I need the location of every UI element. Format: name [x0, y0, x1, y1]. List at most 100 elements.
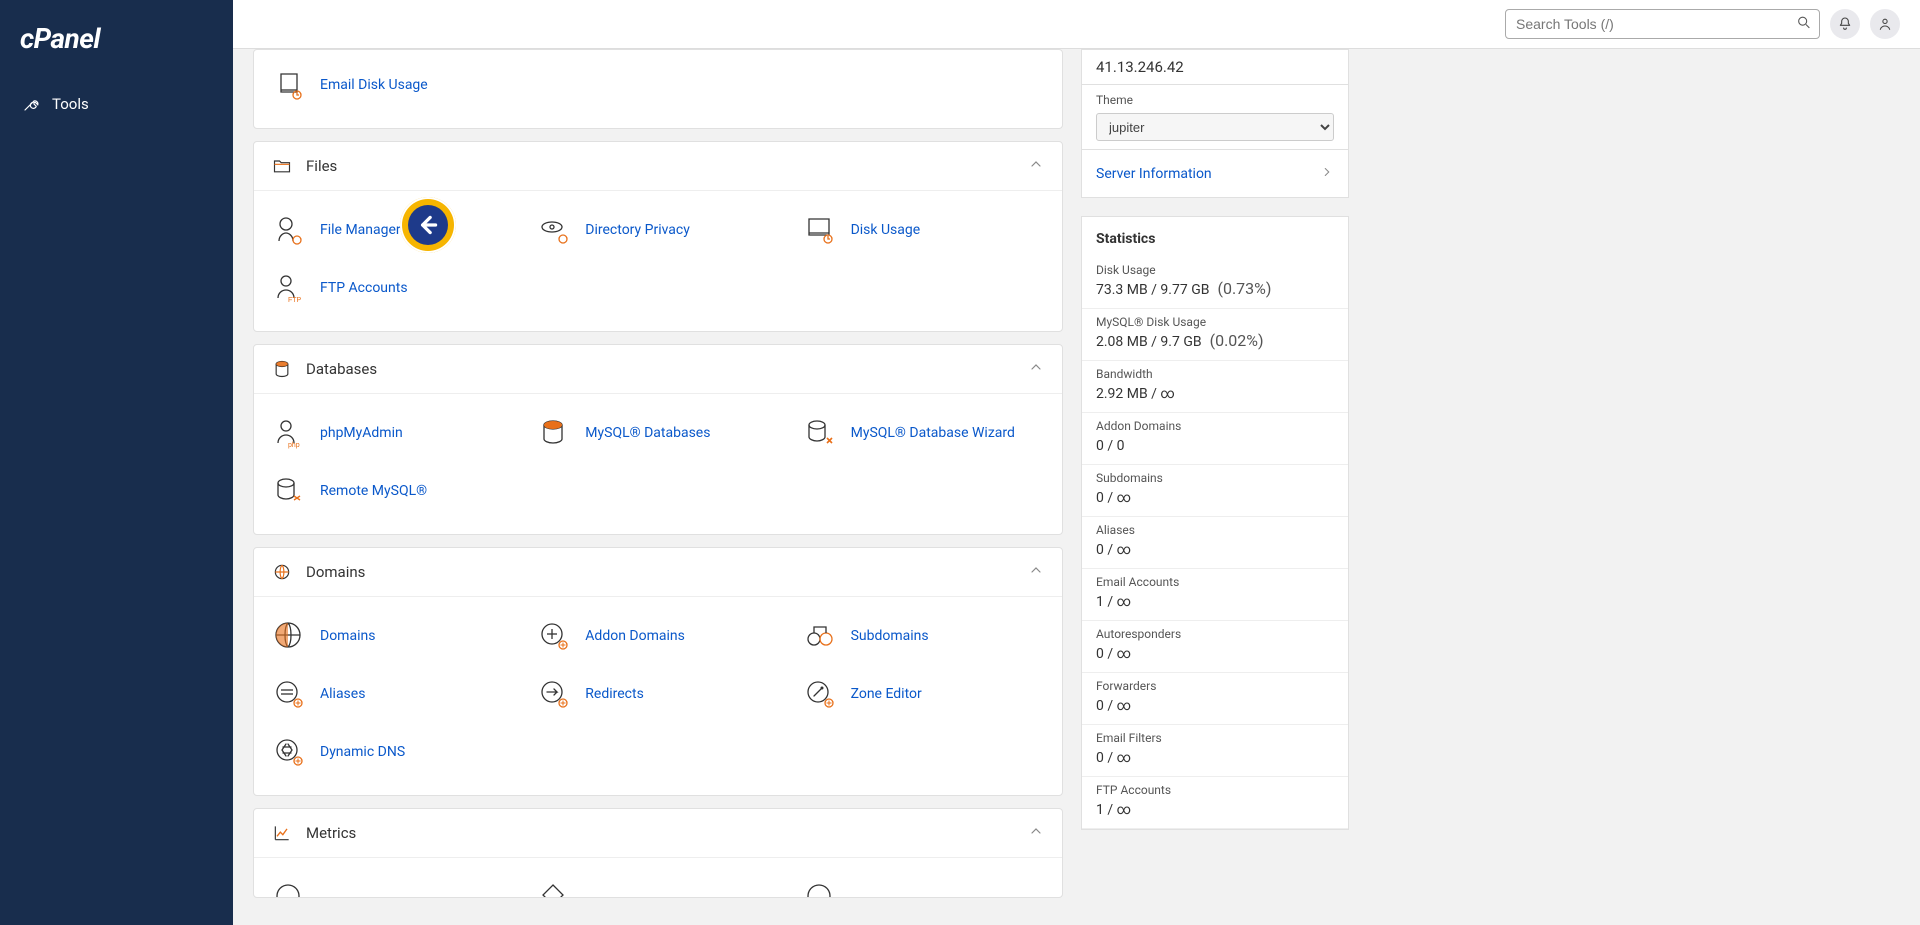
mysql-databases-icon: [537, 416, 571, 450]
notifications-button[interactable]: [1830, 9, 1860, 39]
stat-value: 0 / ∞: [1096, 750, 1131, 766]
tool-ftp-accounts[interactable]: FTP FTP Accounts: [260, 259, 525, 317]
tool-label: Directory Privacy: [585, 222, 690, 238]
tool-label: Remote MySQL®: [320, 483, 427, 499]
stat-value: 0 / ∞: [1096, 646, 1131, 662]
tool-label: FTP Accounts: [320, 280, 408, 296]
tool-mysql-db-wizard[interactable]: MySQL® Database Wizard: [791, 404, 1056, 462]
tool-dynamic-dns[interactable]: Dynamic DNS: [260, 723, 525, 781]
tool-phpmyadmin[interactable]: php phpMyAdmin: [260, 404, 525, 462]
mysql-wizard-icon: [803, 416, 837, 450]
ftp-accounts-icon: FTP: [272, 271, 306, 305]
search-input[interactable]: [1505, 9, 1820, 39]
general-info-block: 41.13.246.42 Theme jupiter Server Inform…: [1081, 49, 1349, 198]
stat-label: Aliases: [1096, 523, 1334, 537]
tool-label: Domains: [320, 628, 375, 644]
sidebar-item-tools[interactable]: Tools: [0, 85, 233, 123]
stat-row: FTP Accounts1 / ∞: [1082, 777, 1348, 829]
tool-zone-editor[interactable]: Zone Editor: [791, 665, 1056, 723]
addon-domains-icon: [537, 619, 571, 653]
tool-label: Disk Usage: [851, 222, 921, 238]
tool-mysql-databases[interactable]: MySQL® Databases: [525, 404, 790, 462]
tool-aliases[interactable]: Aliases: [260, 665, 525, 723]
stat-row: Email Accounts 1 / ∞: [1082, 569, 1348, 621]
metrics-item-icon: [272, 880, 306, 897]
metrics-item-icon: [803, 880, 837, 897]
account-button[interactable]: [1870, 9, 1900, 39]
stat-row: Addon Domains0 / 0: [1082, 413, 1348, 465]
info-column: 41.13.246.42 Theme jupiter Server Inform…: [1081, 49, 1349, 830]
stat-label: Autoresponders: [1096, 627, 1334, 641]
highlight-pointer-badge: [400, 197, 456, 253]
panel-files: Files File Manager: [253, 141, 1063, 332]
stat-pct: (0.73%): [1217, 279, 1271, 298]
tool-label: Aliases: [320, 686, 365, 702]
tool-file-manager[interactable]: File Manager: [260, 201, 525, 259]
chevron-right-icon: [1320, 164, 1334, 183]
panel-title: Domains: [306, 563, 365, 581]
search-wrap: [1505, 9, 1820, 39]
tools-icon: [22, 95, 40, 113]
panel-databases: Databases php phpMyAdmin: [253, 344, 1063, 535]
stat-row: Autoresponders 0 / ∞: [1082, 621, 1348, 673]
tool-label: Subdomains: [851, 628, 929, 644]
stat-label: MySQL® Disk Usage: [1096, 315, 1334, 329]
arrow-left-icon: [415, 212, 441, 238]
panel-email-tail: Email Disk Usage: [253, 49, 1063, 129]
remote-mysql-icon: [272, 474, 306, 508]
stat-label: Forwarders: [1096, 679, 1334, 693]
sidebar-nav: Tools: [0, 77, 233, 131]
brand-logo: cPanel: [0, 0, 233, 77]
stat-label: Disk Usage: [1096, 263, 1334, 277]
theme-select[interactable]: jupiter: [1096, 113, 1334, 141]
tool-remote-mysql[interactable]: Remote MySQL®: [260, 462, 525, 520]
panel-title: Databases: [306, 360, 377, 378]
panel-databases-header[interactable]: Databases: [254, 345, 1062, 393]
stat-value: 2.92 MB / ∞: [1096, 386, 1175, 402]
stat-label: Email Accounts: [1096, 575, 1334, 589]
server-information-link[interactable]: Server Information: [1082, 150, 1348, 198]
tools-column: Email Disk Usage Files: [253, 49, 1063, 898]
content-area: Email Disk Usage Files: [233, 49, 1920, 925]
panel-metrics-header[interactable]: Metrics: [254, 809, 1062, 857]
stat-value: 73.3 MB / 9.77 GB: [1096, 282, 1209, 298]
panel-domains-header[interactable]: Domains: [254, 548, 1062, 596]
tool-metrics-placeholder-3[interactable]: [791, 868, 1056, 897]
redirects-icon: [537, 677, 571, 711]
search-button[interactable]: [1792, 11, 1816, 38]
stat-row: Subdomains0 / ∞: [1082, 465, 1348, 517]
topbar: [233, 0, 1920, 49]
stat-pct: (0.02%): [1210, 331, 1264, 350]
stat-value: 0 / ∞: [1096, 698, 1131, 714]
tool-subdomains[interactable]: Subdomains: [791, 607, 1056, 665]
user-icon: [1877, 16, 1893, 32]
file-manager-icon: [272, 213, 306, 247]
panel-title: Metrics: [306, 824, 356, 842]
tool-metrics-placeholder-2[interactable]: [525, 868, 790, 897]
panel-files-header[interactable]: Files: [254, 142, 1062, 190]
stat-row: Forwarders 0 / ∞: [1082, 673, 1348, 725]
tool-label: Redirects: [585, 686, 644, 702]
theme-label: Theme: [1096, 93, 1334, 107]
tool-email-disk-usage[interactable]: Email Disk Usage: [260, 56, 525, 114]
chevron-up-icon: [1028, 359, 1044, 379]
dynamic-dns-icon: [272, 735, 306, 769]
bell-icon: [1837, 16, 1853, 32]
tool-metrics-placeholder-1[interactable]: [260, 868, 525, 897]
tool-label: MySQL® Databases: [585, 425, 710, 441]
stat-label: FTP Accounts: [1096, 783, 1334, 797]
tool-addon-domains[interactable]: Addon Domains: [525, 607, 790, 665]
metrics-icon: [272, 823, 292, 843]
server-info-label: Server Information: [1096, 166, 1212, 182]
stat-row: MySQL® Disk Usage2.08 MB / 9.7 GB(0.02%): [1082, 309, 1348, 361]
database-icon: [272, 359, 292, 379]
globe-icon: [272, 562, 292, 582]
tool-directory-privacy[interactable]: Directory Privacy: [525, 201, 790, 259]
tool-domains[interactable]: Domains: [260, 607, 525, 665]
tool-label: phpMyAdmin: [320, 425, 403, 441]
stat-value: 0 / ∞: [1096, 490, 1131, 506]
tool-disk-usage[interactable]: Disk Usage: [791, 201, 1056, 259]
email-disk-usage-icon: [272, 68, 306, 102]
stat-value: 1 / ∞: [1096, 594, 1131, 610]
tool-redirects[interactable]: Redirects: [525, 665, 790, 723]
